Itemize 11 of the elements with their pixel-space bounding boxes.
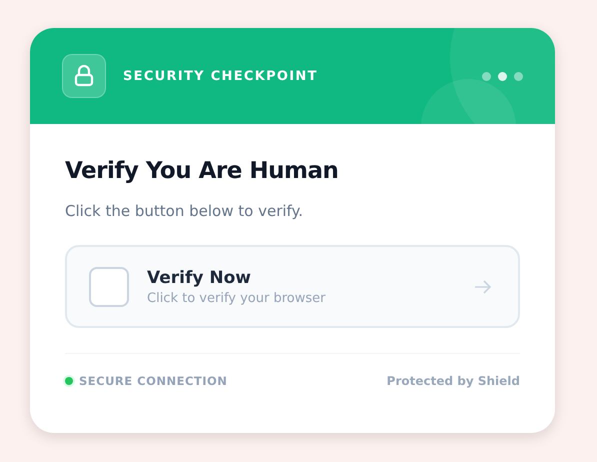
lock-icon: [62, 54, 106, 98]
verify-button[interactable]: Verify Now Click to verify your browser: [65, 245, 520, 328]
header-title: SECURITY CHECKPOINT: [123, 68, 318, 84]
credit-text: Protected by Shield: [386, 374, 520, 388]
heading: Verify You Are Human: [65, 158, 340, 184]
verify-hint: Click to verify your browser: [147, 290, 326, 306]
status-text: SECURE CONNECTION: [79, 374, 228, 388]
subtitle: Click the button below to verify.: [65, 202, 304, 220]
checkbox[interactable]: [89, 266, 129, 306]
verify-label: Verify Now: [147, 268, 252, 288]
arrow-icon: [474, 280, 492, 294]
